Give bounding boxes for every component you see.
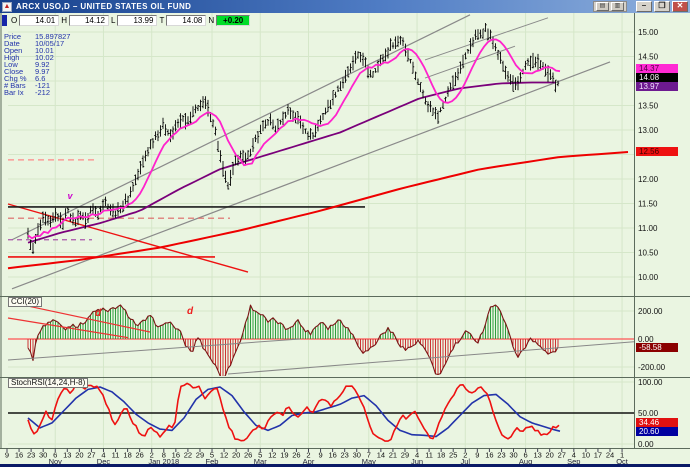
svg-text:26: 26	[135, 451, 143, 460]
svg-text:17: 17	[594, 451, 602, 460]
svg-text:27: 27	[558, 451, 566, 460]
svg-text:13: 13	[63, 451, 71, 460]
titlebar-mini-toolbar: ▤ ▥	[593, 1, 627, 12]
svg-text:11: 11	[425, 451, 433, 460]
svg-text:50.00: 50.00	[638, 409, 659, 418]
open-value: 14.01	[19, 15, 60, 26]
svg-text:10: 10	[582, 451, 590, 460]
svg-text:12: 12	[220, 451, 228, 460]
price-pane: v	[7, 14, 629, 290]
svg-text:d: d	[187, 306, 194, 317]
svg-text:0.00: 0.00	[638, 440, 654, 449]
svg-text:27: 27	[87, 451, 95, 460]
trade-label: T	[159, 16, 165, 25]
svg-text:29: 29	[196, 451, 204, 460]
svg-text:100.00: 100.00	[638, 378, 663, 387]
svg-text:12: 12	[268, 451, 276, 460]
stochrsi-value-tag: 34.46	[636, 418, 678, 427]
high-label: H	[61, 16, 68, 25]
quote-bar: O 14.01 H 14.12 L 13.99 T 14.08 N +0.20	[2, 15, 251, 26]
svg-text:30: 30	[509, 451, 517, 460]
svg-text:15.00: 15.00	[638, 28, 659, 37]
minimize-button[interactable]: –	[636, 1, 652, 12]
svg-text:13.00: 13.00	[638, 126, 659, 135]
svg-text:9: 9	[475, 451, 479, 460]
svg-text:12.00: 12.00	[638, 175, 659, 184]
last-price-tag: 14.08	[636, 73, 678, 82]
app-icon: ▲	[2, 1, 12, 12]
net-change-label: N	[208, 16, 215, 25]
app-window: ▲ ARCX USO,D – UNITED STATES OIL FUND ▤ …	[0, 0, 690, 467]
svg-text:9: 9	[318, 451, 322, 460]
low-label: L	[111, 16, 116, 25]
high-value: 14.12	[69, 15, 110, 26]
quote-cursor-marker	[2, 15, 7, 26]
stochrsi-signal-value-tag: 20.60	[636, 427, 678, 436]
close-button[interactable]: ✕	[672, 1, 688, 12]
svg-text:v: v	[67, 191, 73, 201]
chart-tool-button-1[interactable]: ▤	[596, 2, 609, 11]
window-controls: ▤ ▥ – ❐ ✕	[593, 1, 688, 12]
open-label: O	[11, 16, 18, 25]
cci-pane: dd	[7, 304, 634, 376]
svg-text:26: 26	[292, 451, 300, 460]
svg-text:23: 23	[27, 451, 35, 460]
svg-text:30: 30	[39, 451, 47, 460]
svg-text:20: 20	[232, 451, 240, 460]
svg-text:13: 13	[533, 451, 541, 460]
trade-value: 14.08	[166, 15, 207, 26]
long-ma-price-tag: 12.56	[636, 147, 678, 156]
svg-text:16: 16	[15, 451, 23, 460]
svg-text:25: 25	[449, 451, 457, 460]
svg-text:23: 23	[497, 451, 505, 460]
svg-text:200.00: 200.00	[638, 307, 663, 316]
low-value: 13.99	[117, 15, 158, 26]
restore-button[interactable]: ❐	[654, 1, 670, 12]
svg-text:10.50: 10.50	[638, 249, 659, 258]
svg-text:11.00: 11.00	[638, 224, 658, 233]
svg-text:18: 18	[437, 451, 445, 460]
cci-value-tag: -58.58	[636, 343, 678, 352]
svg-text:13.50: 13.50	[638, 102, 659, 111]
cursor-info-panel: Price 15.897827 Date 10/05/17 Open 10.01 Hi…	[4, 33, 70, 97]
svg-text:29: 29	[401, 451, 409, 460]
cci-pane-title: CCI(20)	[8, 297, 43, 307]
svg-text:24: 24	[606, 451, 614, 460]
price-axis: 15.00 14.50 13.50 13.00 12.00 11.50 11.00 10.50…	[638, 28, 666, 449]
svg-text:d: d	[95, 308, 102, 319]
svg-text:30: 30	[353, 451, 361, 460]
svg-text:14.50: 14.50	[638, 53, 659, 62]
chart-canvas[interactable]: 15.00 14.50 13.50 13.00 12.00 11.50 11.00 10.50…	[0, 13, 690, 467]
svg-text:-200.00: -200.00	[638, 363, 666, 372]
svg-text:26: 26	[244, 451, 252, 460]
svg-text:16: 16	[328, 451, 336, 460]
svg-text:19: 19	[280, 451, 288, 460]
stochrsi-pane-title: StochRSI(14,24,H-8)	[8, 378, 89, 388]
stochrsi-pane	[8, 382, 634, 442]
svg-text:21: 21	[389, 451, 397, 460]
ma-upper-price-tag: 14.37	[636, 64, 678, 73]
svg-text:20: 20	[75, 451, 83, 460]
window-title: ARCX USO,D – UNITED STATES OIL FUND	[16, 2, 192, 11]
svg-text:18: 18	[123, 451, 131, 460]
price-bars	[26, 22, 560, 255]
svg-text:16: 16	[485, 451, 493, 460]
title-bar[interactable]: ▲ ARCX USO,D – UNITED STATES OIL FUND ▤ …	[0, 0, 690, 13]
svg-text:11: 11	[112, 451, 120, 460]
chart-tool-button-2[interactable]: ▥	[611, 2, 624, 11]
info-row-barix: Bar Ix -212	[4, 88, 51, 97]
svg-text:22: 22	[184, 451, 192, 460]
svg-text:10.00: 10.00	[638, 273, 659, 282]
svg-text:11.50: 11.50	[638, 200, 658, 209]
svg-text:9: 9	[5, 451, 9, 460]
svg-text:14: 14	[377, 451, 385, 460]
svg-text:23: 23	[341, 451, 349, 460]
net-change-value: +0.20	[216, 15, 251, 26]
ma-lower-price-tag: 13.97	[636, 82, 678, 91]
svg-text:20: 20	[546, 451, 554, 460]
